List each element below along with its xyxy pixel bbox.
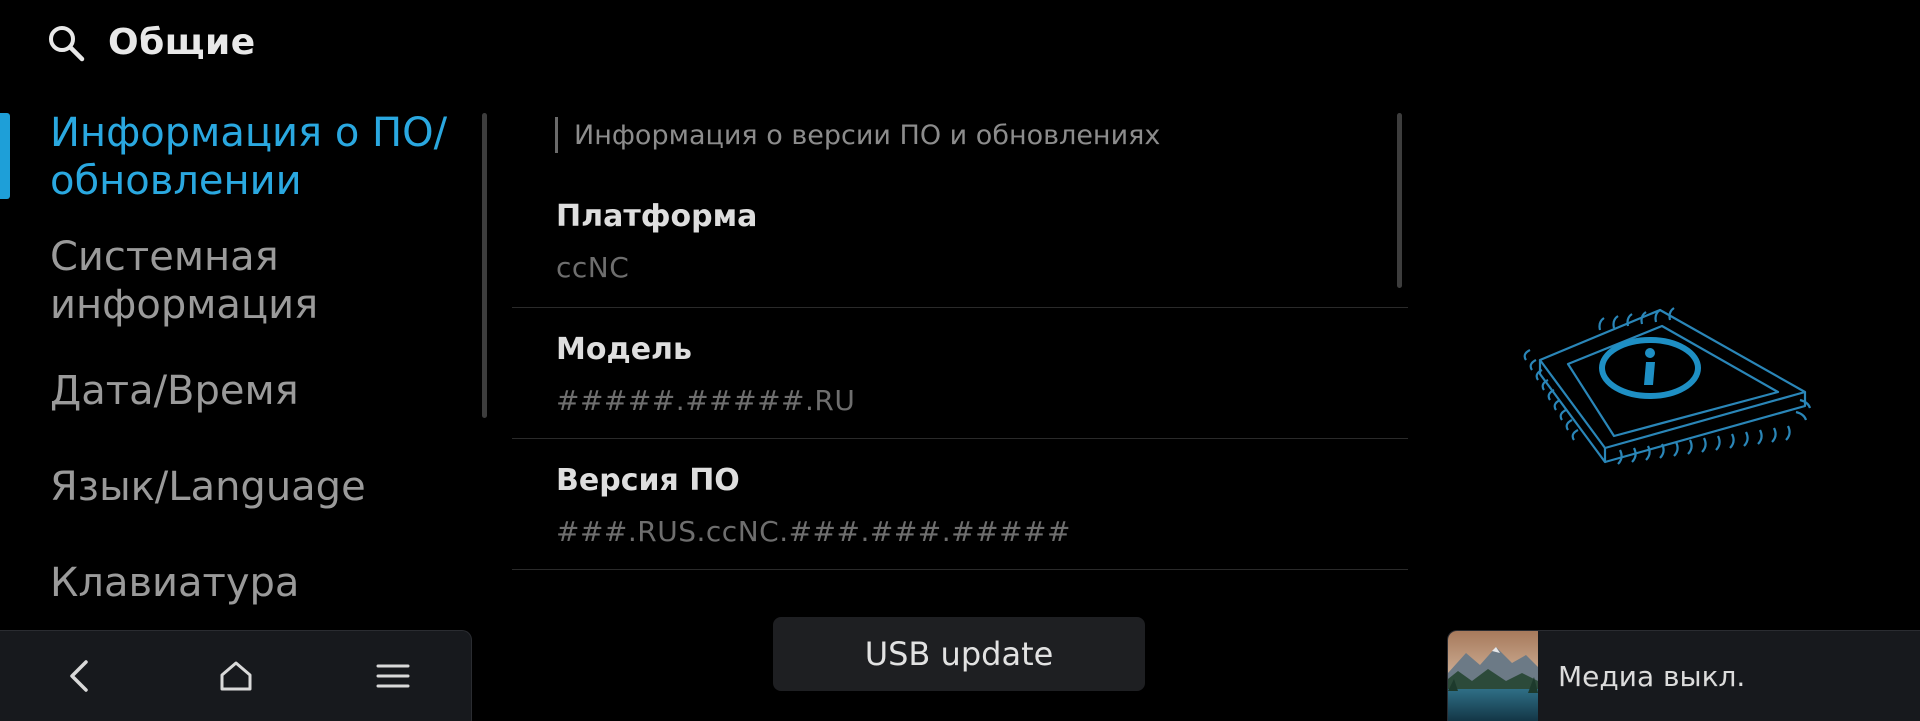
media-thumbnail [1448, 631, 1538, 721]
menu-item-label: Системная [50, 234, 279, 280]
usb-update-button[interactable]: USB update [773, 617, 1145, 691]
menu-item-label: Дата/Время [50, 368, 299, 414]
media-status: Медиа выкл. [1558, 659, 1746, 693]
info-row-model: Модель #####.#####.RU [512, 308, 1408, 439]
active-indicator [0, 113, 10, 199]
info-label: Модель [556, 332, 692, 367]
menu-item-label: обновлении [50, 158, 302, 204]
chip-info-icon [1523, 307, 1812, 465]
menu-item-system-info[interactable]: Системная информация [0, 233, 480, 329]
back-button[interactable] [39, 646, 119, 706]
search-icon[interactable] [46, 23, 86, 63]
menu-item-label: Информация о ПО/ [50, 110, 448, 156]
info-value: ccNC [556, 251, 630, 284]
info-value: #####.#####.RU [556, 384, 856, 417]
back-icon [69, 660, 88, 692]
section-divider [555, 117, 558, 153]
home-button[interactable] [196, 646, 276, 706]
info-label: Платформа [556, 199, 758, 234]
menu-scrollbar[interactable] [482, 113, 487, 418]
menu-item-software-info[interactable]: Информация о ПО/ обновлении [0, 105, 480, 205]
info-label: Версия ПО [556, 463, 740, 498]
menu-item-keyboard[interactable]: Клавиатура [0, 559, 480, 607]
info-row-platform: Платформа ccNC [512, 195, 1408, 308]
section-title: Информация о версии ПО и обновлениях [574, 119, 1161, 151]
info-value: ###.RUS.ccNC.###.###.##### [556, 515, 1071, 548]
menu-icon [376, 664, 409, 688]
info-row-software-version: Версия ПО ###.RUS.ccNC.###.###.##### [512, 439, 1408, 570]
menu-item-label: Язык/Language [50, 464, 366, 510]
menu-item-label: информация [50, 282, 319, 328]
settings-menu: Информация о ПО/ обновлении Системная ин… [0, 105, 480, 607]
section-header: Информация о версии ПО и обновлениях [555, 117, 1160, 153]
menu-button[interactable] [353, 646, 433, 706]
media-widget[interactable]: Медиа выкл. [1447, 630, 1920, 721]
home-icon [220, 661, 251, 691]
menu-item-label: Клавиатура [50, 560, 300, 606]
bottom-nav-bar [0, 630, 472, 721]
menu-item-language[interactable]: Язык/Language [0, 463, 480, 511]
page-title: Общие [108, 22, 256, 63]
menu-item-date-time[interactable]: Дата/Время [0, 367, 480, 415]
page-header: Общие [46, 22, 256, 63]
